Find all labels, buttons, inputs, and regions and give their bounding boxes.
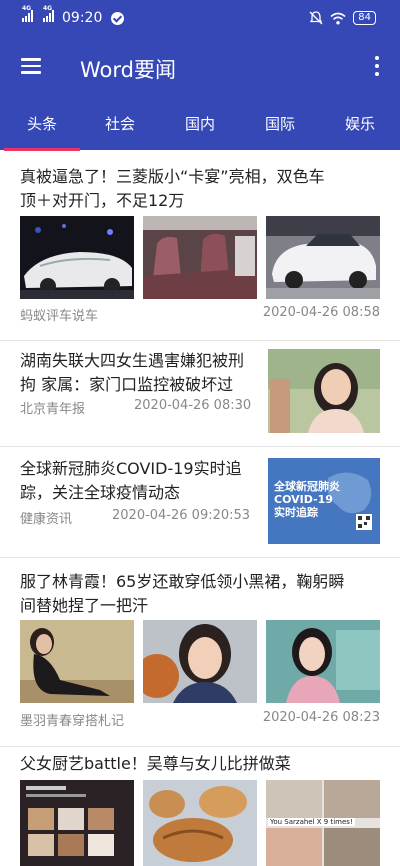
tab-headlines[interactable]: 头条 (2, 98, 82, 150)
news-image-covid-tracker[interactable]: 全球新冠肺炎 COVID-19 实时追踪 (268, 458, 380, 544)
status-bar: 4G 4G 09:20 84 (0, 0, 400, 38)
covid-image-text: 全球新冠肺炎 COVID-19 实时追踪 (274, 480, 340, 519)
tab-domestic[interactable]: 国内 (160, 98, 240, 150)
mute-icon (309, 11, 323, 25)
news-image-car-front[interactable] (20, 216, 134, 299)
news-source: 北京青年报 (20, 402, 86, 417)
signal-icon-2: 4G (43, 5, 54, 26)
collage-caption: You Sarzahel X 9 times! (268, 818, 355, 826)
news-title-line: 顶＋对开门，不足12万 (20, 191, 185, 210)
news-time: 2020-04-26 08:23 (262, 710, 380, 725)
divider (0, 746, 400, 747)
tab-international[interactable]: 国际 (240, 98, 320, 150)
news-image-car-interior[interactable] (143, 216, 257, 299)
tab-society[interactable]: 社会 (80, 98, 160, 150)
network-type-1: 4G (22, 5, 32, 12)
news-title-line: 真被逼急了！三菱版小“卡宴”亮相，双色车 (20, 167, 325, 186)
news-title-line: 全球新冠肺炎COVID-19实时追 (20, 459, 242, 478)
news-time: 2020-04-26 08:30 (134, 398, 252, 413)
network-type-2: 4G (43, 5, 53, 12)
news-source: 健康资讯 (20, 512, 73, 527)
news-image-car-side[interactable] (266, 216, 380, 299)
news-image-social-post[interactable] (20, 780, 134, 866)
news-image-bread[interactable] (143, 780, 257, 866)
news-item[interactable]: 服了林青霞！65岁还敢穿低领小黑裙，鞠躬瞬 间替她捏了一把汗 墨羽青春穿搭札记 … (0, 558, 400, 748)
wifi-icon (330, 12, 346, 24)
covid-image-text-line: 全球新冠肺炎 (274, 480, 340, 493)
news-title: 全球新冠肺炎COVID-19实时追 踪，关注全球疫情动态 (20, 457, 242, 505)
news-item[interactable]: 真被逼急了！三菱版小“卡宴”亮相，双色车 顶＋对开门，不足12万 蚂蚁评车说车 … (0, 151, 400, 341)
news-item[interactable]: 父女厨艺battle！吴尊与女儿比拼做菜 You Sarzahel X 9 ti… (0, 748, 400, 866)
hamburger-menu-icon[interactable] (21, 58, 41, 74)
tab-entertainment[interactable]: 娱乐 (320, 98, 400, 150)
status-time: 09:20 (62, 10, 103, 26)
check-circle-icon (111, 11, 125, 25)
app-bar: Word要闻 (0, 38, 400, 98)
covid-image-text-line: COVID-19 (274, 493, 333, 506)
news-source: 墨羽青春穿搭札记 (20, 714, 125, 729)
news-title-line: 服了林青霞！65岁还敢穿低领小黑裙，鞠躬瞬 (20, 572, 345, 591)
news-title-line: 父女厨艺battle！吴尊与女儿比拼做菜 (20, 754, 291, 773)
news-title-line: 间替她捏了一把汗 (20, 596, 149, 615)
news-time: 2020-04-26 09:20:53 (112, 508, 251, 523)
category-tab-bar: 头条 社会 国内 国际 娱乐 (0, 98, 400, 150)
news-title-line: 踪，关注全球疫情动态 (20, 483, 181, 502)
news-image-portrait[interactable] (268, 349, 380, 433)
news-title-line: 拘 家属：家门口监控被破坏过 (20, 375, 234, 394)
battery-indicator: 84 (353, 11, 376, 25)
news-title-line: 湖南失联大四女生遇害嫌犯被刑 (20, 351, 245, 370)
news-source: 蚂蚁评车说车 (20, 309, 99, 324)
status-right: 84 (309, 11, 376, 25)
news-title: 湖南失联大四女生遇害嫌犯被刑 拘 家属：家门口监控被破坏过 (20, 349, 244, 397)
news-image-collage[interactable]: You Sarzahel X 9 times! (266, 780, 380, 866)
news-title: 真被逼急了！三菱版小“卡宴”亮相，双色车 顶＋对开门，不足12万 (20, 165, 325, 213)
news-image-photo-1[interactable] (20, 620, 134, 703)
news-title: 父女厨艺battle！吴尊与女儿比拼做菜 (20, 752, 291, 776)
news-image-photo-3[interactable] (266, 620, 380, 703)
signal-icon-1: 4G (22, 5, 33, 26)
news-item[interactable]: 湖南失联大四女生遇害嫌犯被刑 拘 家属：家门口监控被破坏过 北京青年报 2020… (0, 341, 400, 447)
status-left: 4G 4G 09:20 (22, 5, 125, 26)
news-image-photo-2[interactable] (143, 620, 257, 703)
news-time: 2020-04-26 08:58 (262, 305, 380, 320)
covid-image-text-line: 实时追踪 (274, 506, 318, 519)
news-item[interactable]: 全球新冠肺炎COVID-19实时追 踪，关注全球疫情动态 健康资讯 2020-0… (0, 447, 400, 558)
more-vert-icon[interactable] (374, 56, 380, 78)
news-title: 服了林青霞！65岁还敢穿低领小黑裙，鞠躬瞬 间替她捏了一把汗 (20, 570, 344, 618)
app-title: Word要闻 (80, 58, 176, 82)
